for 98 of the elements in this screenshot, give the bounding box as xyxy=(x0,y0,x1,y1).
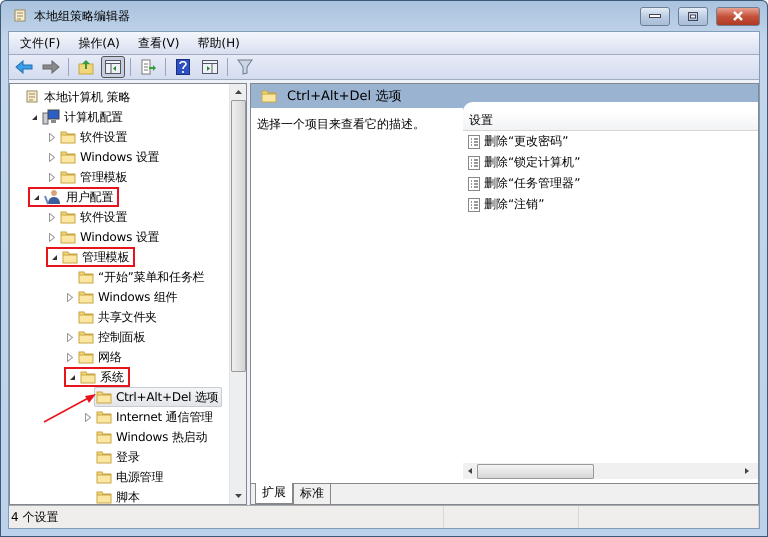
expand-arrow-icon[interactable] xyxy=(49,212,55,222)
setting-item[interactable]: 删除“锁定计算机” xyxy=(463,152,758,173)
folder-icon xyxy=(78,310,94,324)
folder-icon xyxy=(261,89,277,103)
tree-item[interactable]: 脚本 xyxy=(94,487,144,504)
close-button[interactable] xyxy=(716,6,760,26)
folder-icon xyxy=(96,490,112,504)
expand-arrow-icon[interactable] xyxy=(49,172,55,182)
tree-item[interactable]: Windows 设置 xyxy=(58,147,164,167)
tree-item[interactable]: 用户配置 xyxy=(42,187,118,207)
horizontal-scrollbar[interactable] xyxy=(463,463,758,479)
pane-icon xyxy=(105,60,121,74)
menu-item[interactable]: 查看(V) xyxy=(128,34,188,52)
folder-icon xyxy=(78,330,94,344)
forward-arrow-icon xyxy=(42,60,60,74)
collapse-arrow-icon[interactable] xyxy=(32,194,40,200)
scroll-down-icon[interactable] xyxy=(234,494,242,498)
menu-item[interactable]: 操作(A) xyxy=(69,34,129,52)
menu-item[interactable]: 文件(F) xyxy=(11,34,70,52)
tree-item[interactable]: Internet 通信管理 xyxy=(94,407,217,427)
folder-icon xyxy=(96,450,112,464)
help-icon xyxy=(176,59,190,75)
tree-item[interactable]: “开始”菜单和任务栏 xyxy=(76,267,208,287)
scrollbar[interactable] xyxy=(229,84,246,504)
description-text: 选择一个项目来查看它的描述。 xyxy=(257,117,425,131)
tree-item[interactable]: 电源管理 xyxy=(94,467,168,487)
setting-item[interactable]: 删除“更改密码” xyxy=(463,131,758,152)
tree-item[interactable]: Windows 组件 xyxy=(76,287,182,307)
folder-icon xyxy=(96,430,112,444)
folder-icon xyxy=(60,150,76,164)
tab[interactable]: 标准 xyxy=(293,484,331,505)
tree-item[interactable]: 本地计算机 策略 xyxy=(22,87,134,107)
folder-icon xyxy=(78,290,94,304)
folder-icon xyxy=(96,470,112,484)
scroll-up-icon[interactable] xyxy=(234,90,242,94)
tree-item[interactable]: 管理模板 xyxy=(58,167,132,187)
collapse-arrow-icon[interactable] xyxy=(50,254,58,260)
folder-icon xyxy=(80,370,96,384)
tree-item[interactable]: Ctrl+Alt+Del 选项 xyxy=(94,387,222,407)
minimize-icon xyxy=(649,14,661,18)
collapse-arrow-icon[interactable] xyxy=(30,114,38,120)
folder-icon xyxy=(62,250,78,264)
list-document-icon xyxy=(468,134,480,148)
status-text: 4 个设置 xyxy=(11,508,58,526)
folder-icon xyxy=(60,210,76,224)
setting-item[interactable]: 删除“注销” xyxy=(463,194,758,215)
section-title: Ctrl+Alt+Del 选项 xyxy=(287,88,402,105)
column-header[interactable]: 设置 xyxy=(463,110,758,131)
minimize-button[interactable] xyxy=(640,6,670,26)
scroll-icon xyxy=(12,8,28,24)
folder-up-icon xyxy=(78,59,94,75)
expand-arrow-icon[interactable] xyxy=(49,132,55,142)
export-list-icon xyxy=(140,59,156,75)
tree-item[interactable]: 登录 xyxy=(94,447,144,467)
maximize-icon xyxy=(688,12,698,20)
folder-icon xyxy=(60,130,76,144)
expand-arrow-icon[interactable] xyxy=(67,332,73,342)
window-title: 本地组策略编辑器 xyxy=(34,8,131,24)
folder-icon xyxy=(78,270,94,284)
list-document-icon xyxy=(468,176,480,190)
collapse-arrow-icon[interactable] xyxy=(68,374,76,380)
tree-item[interactable]: 软件设置 xyxy=(58,207,132,227)
folder-icon xyxy=(60,230,76,244)
toolbar-button[interactable] xyxy=(101,56,125,78)
list-document-icon xyxy=(468,198,480,212)
expand-arrow-icon[interactable] xyxy=(49,232,55,242)
maximize-button[interactable] xyxy=(678,6,708,26)
tree-item[interactable]: 软件设置 xyxy=(58,127,132,147)
expand-arrow-icon[interactable] xyxy=(49,152,55,162)
tab[interactable]: 扩展 xyxy=(255,483,293,504)
tree-item[interactable]: 网络 xyxy=(76,347,126,367)
expand-arrow-icon[interactable] xyxy=(85,412,91,422)
back-arrow-icon xyxy=(15,60,33,74)
scroll-icon xyxy=(24,89,40,105)
folder-icon xyxy=(96,410,112,424)
close-icon xyxy=(732,11,744,21)
tree-item[interactable]: 计算机配置 xyxy=(40,107,128,127)
folder-icon xyxy=(78,350,94,364)
filter-icon xyxy=(237,59,253,75)
tree-item[interactable]: 系统 xyxy=(78,367,128,387)
scroll-thumb[interactable] xyxy=(230,100,246,372)
scroll-thumb[interactable] xyxy=(477,464,594,478)
setting-item[interactable]: 删除“任务管理器” xyxy=(463,173,758,194)
computer-icon xyxy=(42,109,60,125)
tree-item[interactable]: 管理模板 xyxy=(60,247,134,267)
folder-icon xyxy=(96,390,112,404)
user-icon xyxy=(44,189,62,205)
expand-arrow-icon[interactable] xyxy=(67,292,73,302)
annotation-arrow xyxy=(42,392,98,424)
menu-item[interactable]: 帮助(H) xyxy=(188,34,249,52)
folder-icon xyxy=(60,170,76,184)
pane-icon xyxy=(202,60,218,74)
list-document-icon xyxy=(468,156,480,170)
tree-item[interactable]: Windows 设置 xyxy=(58,227,164,247)
tree-item[interactable]: 共享文件夹 xyxy=(76,307,162,327)
tree-item[interactable]: Windows 热启动 xyxy=(94,427,212,447)
expand-arrow-icon[interactable] xyxy=(67,352,73,362)
tree-item[interactable]: 控制面板 xyxy=(76,327,150,347)
